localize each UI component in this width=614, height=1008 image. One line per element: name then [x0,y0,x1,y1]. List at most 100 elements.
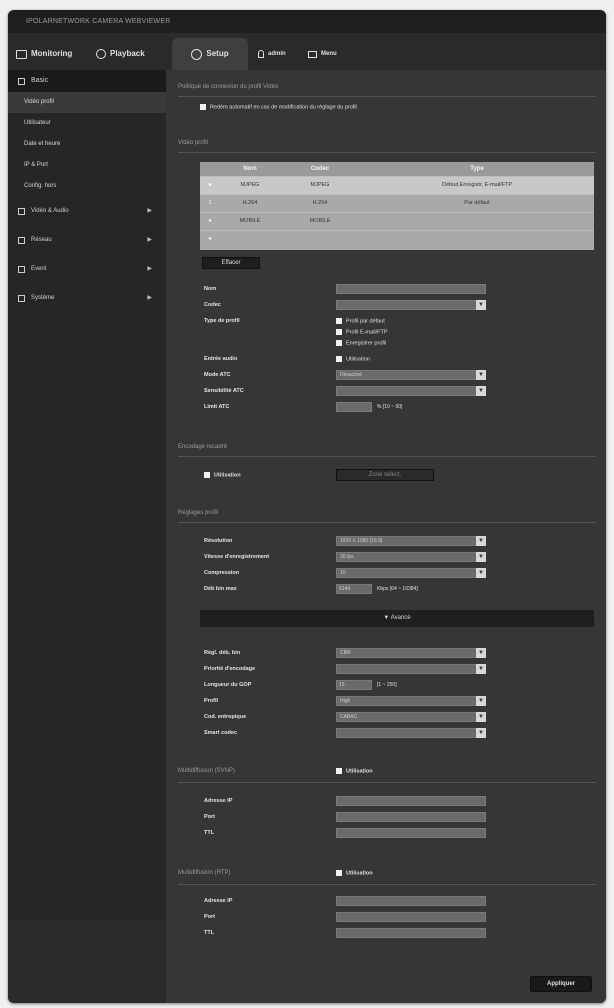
compression-label: Compression [204,570,240,576]
checkbox-icon[interactable] [336,329,342,335]
menu-icon [308,50,317,58]
compression-value: 10 [340,570,346,576]
cell-name [220,231,280,248]
sidebar-item-video-profile[interactable]: Vidéo profil [8,92,166,113]
codec-label: Codec [204,302,221,308]
section-title-video-profile: Vidéo profil [178,140,208,146]
nav-monitoring[interactable]: Monitoring [16,38,72,70]
priority-select[interactable]: ▼ [336,664,486,674]
multicast-svnp-checkbox-label: Utilisation [346,768,373,775]
cell-type [360,213,594,230]
profile-type-email-label: Profil E-mail/FTP [346,329,388,336]
checkbox-icon[interactable] [336,768,342,774]
header-index [200,162,220,176]
sidebar: Basic Vidéo profil Utilisateur Date et h… [8,70,167,920]
multicast-rtp-checkbox-row[interactable]: Utilisation [336,870,373,876]
row-index: 1 [208,200,212,206]
row-marker: ● [208,218,212,224]
profile-type-default[interactable]: Profil par défaut [336,318,385,324]
name-input[interactable] [336,284,486,294]
section-title-crop: Encodage recadré [178,444,228,450]
section-title-multicast-rtp: Multidiffusion (RTP) [178,870,231,876]
header-name: Nom [243,166,257,172]
framerate-select[interactable]: 30 fps ▼ [336,552,486,562]
nav-monitoring-label: Monitoring [31,49,73,58]
event-icon [18,266,25,273]
chevron-right-icon: ▶ [147,237,152,243]
checkbox-icon[interactable] [336,356,342,362]
multicast-rtp-checkbox-label: Utilisation [346,870,373,877]
sidebar-group-event[interactable]: Event ▶ [8,255,166,284]
codec-select[interactable]: ▼ [336,300,486,310]
smart-codec-select[interactable]: ▼ [336,728,486,738]
svnp-ttl-input[interactable] [336,828,486,838]
crop-area-button[interactable]: Zone sélect. [336,469,434,481]
framerate-value: 30 fps [340,554,354,560]
profile-table: Nom Codec Type ● MJPEG MJPEG Défaut,Enre… [200,162,594,250]
atc-sensitivity-select[interactable]: ▼ [336,386,486,396]
divider [178,456,596,457]
profile-type-record-label: Enregistrer profil [346,340,387,347]
atc-limit-label: Limit ATC [204,404,230,410]
nav-setup-label: Setup [206,49,229,58]
nav-setup[interactable]: Setup [172,38,248,70]
table-row[interactable]: ● MJPEG MJPEG Défaut,Enregistr, E-mail/F… [200,176,594,194]
sidebar-item-ip-port[interactable]: IP & Port [8,155,166,176]
checkbox-icon[interactable] [204,472,210,478]
divider [178,152,596,153]
profile-type-email[interactable]: Profil E-mail/FTP [336,329,388,335]
nav-user-label: admin [268,51,286,57]
compression-select[interactable]: 10 ▼ [336,568,486,578]
delete-button[interactable]: Effacer [202,257,260,269]
sidebar-basic[interactable]: Basic [8,70,166,92]
sidebar-group-label: Vidéo & Audio [31,208,69,214]
audio-checkbox-row[interactable]: Utilisation [336,356,370,362]
top-navbar: Monitoring Playback Setup admin Menu [8,38,606,70]
profile-type-default-label: Profil par défaut [346,318,385,325]
apply-button[interactable]: Appliquer [530,976,592,992]
chevron-down-icon: ▼ [476,300,486,310]
compat-checkbox-label: Redém automatif en cas de modification d… [210,104,357,111]
sidebar-item-date-time[interactable]: Date et heure [8,134,166,155]
chevron-down-icon: ▼ [476,386,486,396]
resolution-select[interactable]: 1920 X 1080 [16:9] ▼ [336,536,486,546]
max-bitrate-input[interactable]: 6144 [336,584,372,594]
atc-limit-input[interactable] [336,402,372,412]
advanced-toggle[interactable]: ▼ Avancé [200,610,594,627]
table-row[interactable]: ● MOBILE MOBILE [200,212,594,230]
sidebar-item-onscreen[interactable]: Config. hors [8,176,166,197]
gop-label: Longueur du GOP [204,682,252,688]
bitrate-control-select[interactable]: CBR ▼ [336,648,486,658]
rtp-ip-input[interactable] [336,896,486,906]
checkbox-icon[interactable] [336,340,342,346]
gop-value: 15 [339,682,345,688]
checkbox-icon[interactable] [336,318,342,324]
atc-mode-select[interactable]: Désactivé ▼ [336,370,486,380]
rtp-ttl-input[interactable] [336,928,486,938]
rtp-port-input[interactable] [336,912,486,922]
nav-menu[interactable]: Menu [308,38,337,70]
svnp-port-input[interactable] [336,812,486,822]
profile-select[interactable]: High ▼ [336,696,486,706]
user-icon [258,50,264,58]
multicast-svnp-checkbox-row[interactable]: Utilisation [336,768,373,774]
checkbox-icon[interactable] [200,104,206,110]
sidebar-group-network[interactable]: Réseau ▶ [8,226,166,255]
profile-type-record[interactable]: Enregistrer profil [336,340,386,346]
svnp-ip-input[interactable] [336,796,486,806]
cell-codec [280,231,360,248]
table-row[interactable]: 1 H.264 H.264 Par défaut [200,194,594,212]
gop-input[interactable]: 15 [336,680,372,690]
compat-checkbox-row[interactable]: Redém automatif en cas de modification d… [200,104,357,110]
table-row[interactable]: ● [200,230,594,248]
nav-playback[interactable]: Playback [96,38,145,70]
nav-user[interactable]: admin [258,38,286,70]
sidebar-group-system[interactable]: Système ▶ [8,284,166,313]
crop-checkbox-row[interactable]: Utilisation [204,472,241,478]
sidebar-item-user[interactable]: Utilisateur [8,113,166,134]
entropy-select[interactable]: CABAC ▼ [336,712,486,722]
priority-label: Priorité d'encodage [204,666,256,672]
max-bitrate-value: 6144 [339,586,351,592]
checkbox-icon[interactable] [336,870,342,876]
sidebar-group-video-audio[interactable]: Vidéo & Audio ▶ [8,197,166,226]
